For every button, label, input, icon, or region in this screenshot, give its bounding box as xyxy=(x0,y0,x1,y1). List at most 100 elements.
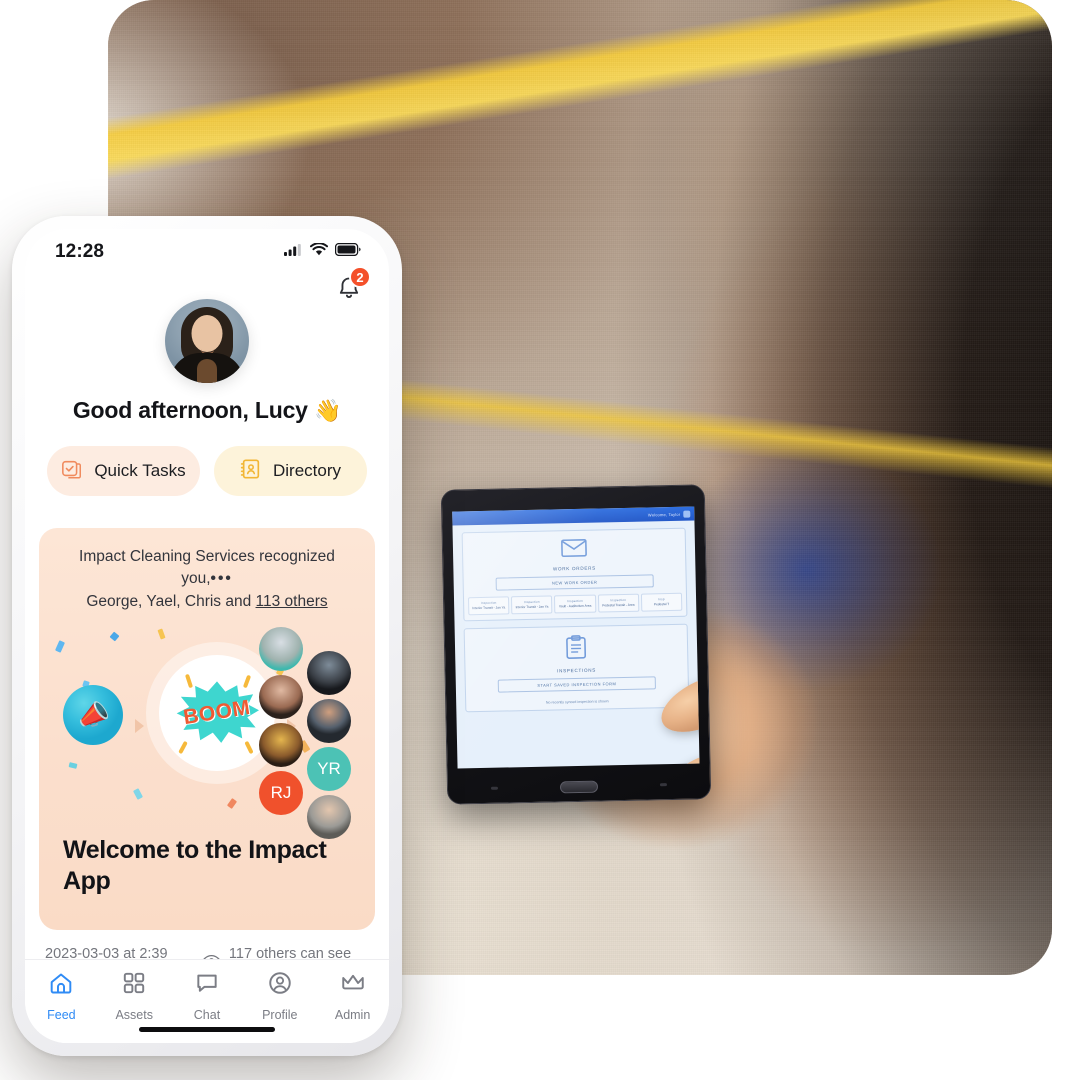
tablet-work-orders-card[interactable]: WORK ORDERS NEW WORK ORDER Inspection In… xyxy=(461,527,688,622)
greeting-text: Good afternoon, Lucy xyxy=(72,397,308,423)
signal-bars-icon xyxy=(284,243,303,261)
post-recognition-text: Impact Cleaning Services recognized you,… xyxy=(39,528,375,623)
tablet-work-orders-title: WORK ORDERS xyxy=(552,565,596,572)
boom-badge: BOOM xyxy=(159,655,275,772)
status-bar: 12:28 xyxy=(25,229,389,275)
boom-burst: BOOM xyxy=(175,674,259,755)
cell-bottom-label: Vault - Auditorium Area xyxy=(558,603,592,609)
tablet-content: WORK ORDERS NEW WORK ORDER Inspection In… xyxy=(452,520,698,726)
notification-badge: 2 xyxy=(349,266,371,288)
post-visibility: 117 others can see this xyxy=(202,946,369,959)
wifi-icon xyxy=(310,242,328,261)
tab-chat-label: Chat xyxy=(193,1008,221,1022)
tablet-screen[interactable]: Welcome, Taylor WORK ORDERS NEW WORK ORD… xyxy=(452,506,700,769)
clipboard-icon xyxy=(469,632,684,665)
tablet-inspection-cell[interactable]: Inspection Interior Transit - Jan Ya xyxy=(467,596,510,615)
cell-top-label: Insp xyxy=(658,597,665,602)
envelope-icon xyxy=(467,537,681,564)
tab-feed[interactable]: Feed xyxy=(25,970,98,1022)
tablet-inspection-row: Inspection Interior Transit - Jan Ya Ins… xyxy=(467,592,683,615)
user-circle-icon xyxy=(267,970,293,1001)
quick-tasks-button[interactable]: Quick Tasks xyxy=(47,446,200,496)
avatar-top xyxy=(197,359,217,383)
crown-icon xyxy=(340,970,366,1001)
home-icon xyxy=(48,970,74,1001)
tablet-new-work-order-button[interactable]: NEW WORK ORDER xyxy=(495,574,654,591)
tablet-avatar[interactable] xyxy=(683,510,691,518)
avatar-photo-4[interactable] xyxy=(307,699,351,744)
feed-post[interactable]: Impact Cleaning Services recognized you,… xyxy=(25,514,389,959)
tablet-inspections-note: No recently synced inspection is shown xyxy=(545,699,609,705)
checkbox-stack-icon xyxy=(61,458,83,485)
recognition-line-2: George, Yael, Chris and xyxy=(86,592,256,610)
profile-header: 2 Good afternoon, Lucy 👋 Quick Tasks Dir… xyxy=(25,266,389,514)
feed-list[interactable]: Impact Cleaning Services recognized you,… xyxy=(25,514,389,959)
address-book-icon xyxy=(240,458,262,485)
avatar-photo-3[interactable] xyxy=(259,675,303,720)
cell-bottom-label: Pedestal T xyxy=(653,602,670,607)
tab-feed-label: Feed xyxy=(47,1008,76,1022)
avatar-photo-2[interactable] xyxy=(307,651,351,696)
battery-icon xyxy=(334,242,361,261)
cell-bottom-label: Interior Transit - Jan Ya xyxy=(472,605,506,611)
tablet-inspection-cell[interactable]: Inspection Pedestal Transit - Area xyxy=(597,593,640,613)
avatar-photo-1[interactable] xyxy=(259,627,303,672)
page-title: Good afternoon, Lucy 👋 xyxy=(47,397,367,424)
tablet-start-inspection-button[interactable]: START SAVED INSPECTION FORM xyxy=(497,676,657,693)
cell-bottom-label: Interior Transit - Jan Ya xyxy=(515,604,549,610)
post-visibility-text: 117 others can see this xyxy=(228,946,352,959)
cell-top-label: Inspection xyxy=(567,598,583,604)
marketing-composite: Welcome, Taylor WORK ORDERS NEW WORK ORD… xyxy=(0,0,1080,1080)
avatar[interactable] xyxy=(165,299,249,383)
recognized-avatars[interactable]: YR RJ xyxy=(259,627,365,840)
megaphone-icon: 📣 xyxy=(63,685,123,746)
status-bar-clock: 12:28 xyxy=(55,241,105,262)
cell-top-label: Inspection xyxy=(524,599,540,605)
grid-icon xyxy=(121,970,147,1001)
avatar-initials-rj[interactable]: RJ xyxy=(259,771,303,816)
tablet-inspections-card[interactable]: INSPECTIONS START SAVED INSPECTION FORM … xyxy=(463,623,690,713)
directory-button[interactable]: Directory xyxy=(214,446,367,496)
phone-device: 12:28 2 Good afternoon, Lucy 👋 Quick Tas… xyxy=(12,216,402,1056)
tab-profile-label: Profile xyxy=(262,1008,298,1022)
tab-assets[interactable]: Assets xyxy=(98,970,171,1022)
status-bar-icons xyxy=(284,242,361,261)
quick-action-chips: Quick Tasks Directory xyxy=(47,446,367,496)
tablet-inspection-cell[interactable]: Inspection Interior Transit - Jan Ya xyxy=(511,595,553,615)
tablet-inspection-cell[interactable]: Insp Pedestal T xyxy=(640,592,683,612)
tab-profile[interactable]: Profile xyxy=(243,970,316,1022)
tablet-inspection-cell[interactable]: Inspection Vault - Auditorium Area xyxy=(554,594,596,614)
home-indicator[interactable] xyxy=(139,1027,275,1032)
cell-top-label: Inspection xyxy=(610,597,627,603)
tablet-welcome-text: Welcome, Taylor xyxy=(647,511,681,517)
phone-screen: 12:28 2 Good afternoon, Lucy 👋 Quick Tas… xyxy=(25,229,389,1043)
tab-admin-label: Admin xyxy=(334,1008,371,1022)
wave-emoji: 👋 xyxy=(313,398,342,423)
tablet-capacitive-key-left[interactable] xyxy=(490,786,499,790)
avatar-face xyxy=(191,315,223,355)
triangle-right-icon xyxy=(135,719,144,734)
tab-admin[interactable]: Admin xyxy=(316,970,389,1022)
directory-label: Directory xyxy=(272,461,341,480)
others-link[interactable]: 113 others xyxy=(256,593,328,610)
tablet-capacitive-key-right[interactable] xyxy=(659,783,667,787)
overflow-dots-icon[interactable]: ••• xyxy=(211,570,233,587)
cell-top-label: Inspection xyxy=(480,600,497,605)
post-meta: 2023-03-03 at 2:39 PM 117 others can see… xyxy=(39,930,375,959)
avatar-initials-yr[interactable]: YR xyxy=(307,747,351,792)
megaphone-glyph: 📣 xyxy=(73,696,113,734)
avatar-photo-5[interactable] xyxy=(259,723,303,768)
tab-assets-label: Assets xyxy=(115,1008,153,1022)
post-timestamp: 2023-03-03 at 2:39 PM xyxy=(45,946,168,959)
tablet-inspections-title: INSPECTIONS xyxy=(557,667,597,674)
post-title: Welcome to the Impact App xyxy=(63,836,327,895)
tab-chat[interactable]: Chat xyxy=(171,970,244,1022)
chat-bubble-icon xyxy=(194,970,220,1001)
notification-bell-button[interactable]: 2 xyxy=(335,266,371,303)
post-card: Impact Cleaning Services recognized you,… xyxy=(39,528,375,931)
quick-tasks-label: Quick Tasks xyxy=(94,461,186,480)
tablet-home-button[interactable] xyxy=(559,780,599,794)
post-hero-graphic: 📣 BOOM YR RJ xyxy=(39,623,375,840)
recognition-line-1: Impact Cleaning Services recognized you, xyxy=(79,548,335,588)
cell-bottom-label: Pedestal Transit - Area xyxy=(602,602,635,608)
